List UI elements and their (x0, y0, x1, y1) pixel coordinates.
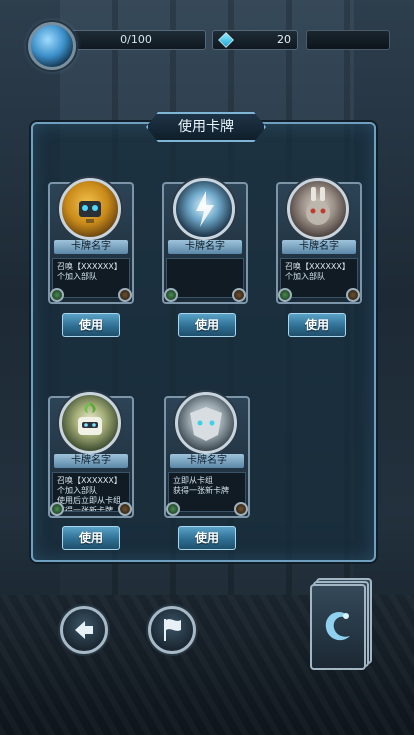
arrow-left-icon (75, 621, 93, 639)
dragon-emblem-icon (325, 611, 350, 641)
card-name: 卡牌名字 (282, 240, 356, 254)
deck-card-top (310, 584, 366, 670)
energy-orb-icon[interactable] (28, 22, 76, 70)
lightning-icon (196, 191, 214, 227)
card-2[interactable]: 卡牌名字 (162, 178, 248, 304)
gem-icon (218, 32, 234, 48)
beast-face-icon (190, 407, 222, 441)
robot-face-icon (79, 201, 101, 223)
faction-icon (164, 288, 178, 302)
faction-icon (278, 288, 292, 302)
cost-drop-icon (234, 502, 248, 516)
sprout-robot-portrait (59, 392, 121, 454)
use-button-card-5[interactable]: 使用 (178, 526, 236, 550)
card-3[interactable]: 卡牌名字 召唤【XXXXXX】 个加入部队 (276, 178, 362, 304)
surrender-flag-button[interactable] (148, 606, 196, 654)
card-name: 卡牌名字 (54, 454, 128, 468)
cost-drop-icon (118, 502, 132, 516)
card-1[interactable]: 卡牌名字 召唤【XXXXXX】 个加入部队 (48, 178, 134, 304)
gem-counter: 20 (212, 30, 298, 50)
card-deck[interactable] (310, 578, 372, 670)
use-button-card-4[interactable]: 使用 (62, 526, 120, 550)
cost-drop-icon (346, 288, 360, 302)
use-button-card-3[interactable]: 使用 (288, 313, 346, 337)
sprout-robot-icon (78, 403, 102, 435)
hud-empty-slot (306, 30, 390, 50)
rabbit-face-icon (306, 187, 330, 225)
faction-icon (166, 502, 180, 516)
use-button-card-2[interactable]: 使用 (178, 313, 236, 337)
gem-count: 20 (277, 33, 291, 46)
armored-rabbit-portrait (287, 178, 349, 240)
top-hud: 0/100 20 (0, 0, 414, 80)
energy-text: 0/100 (120, 33, 152, 46)
back-button[interactable] (60, 606, 108, 654)
card-4[interactable]: 卡牌名字 召唤【XXXXXX】 个加入部队 使用后立即从卡组 获得一张新卡牌 (48, 392, 134, 518)
card-name: 卡牌名字 (54, 240, 128, 254)
panel-title: 使用卡牌 (146, 112, 266, 142)
silver-beast-portrait (175, 392, 237, 454)
faction-icon (50, 502, 64, 516)
use-button-card-1[interactable]: 使用 (62, 313, 120, 337)
cost-drop-icon (232, 288, 246, 302)
cost-drop-icon (118, 288, 132, 302)
yellow-robot-portrait (59, 178, 121, 240)
flag-icon (164, 619, 181, 641)
energy-bar: 0/100 (66, 30, 206, 50)
card-name: 卡牌名字 (168, 240, 242, 254)
card-name: 卡牌名字 (170, 454, 244, 468)
card-5[interactable]: 卡牌名字 立即从卡组 获得一张新卡牌 (164, 392, 250, 518)
lightning-orb-portrait (173, 178, 235, 240)
faction-icon (50, 288, 64, 302)
